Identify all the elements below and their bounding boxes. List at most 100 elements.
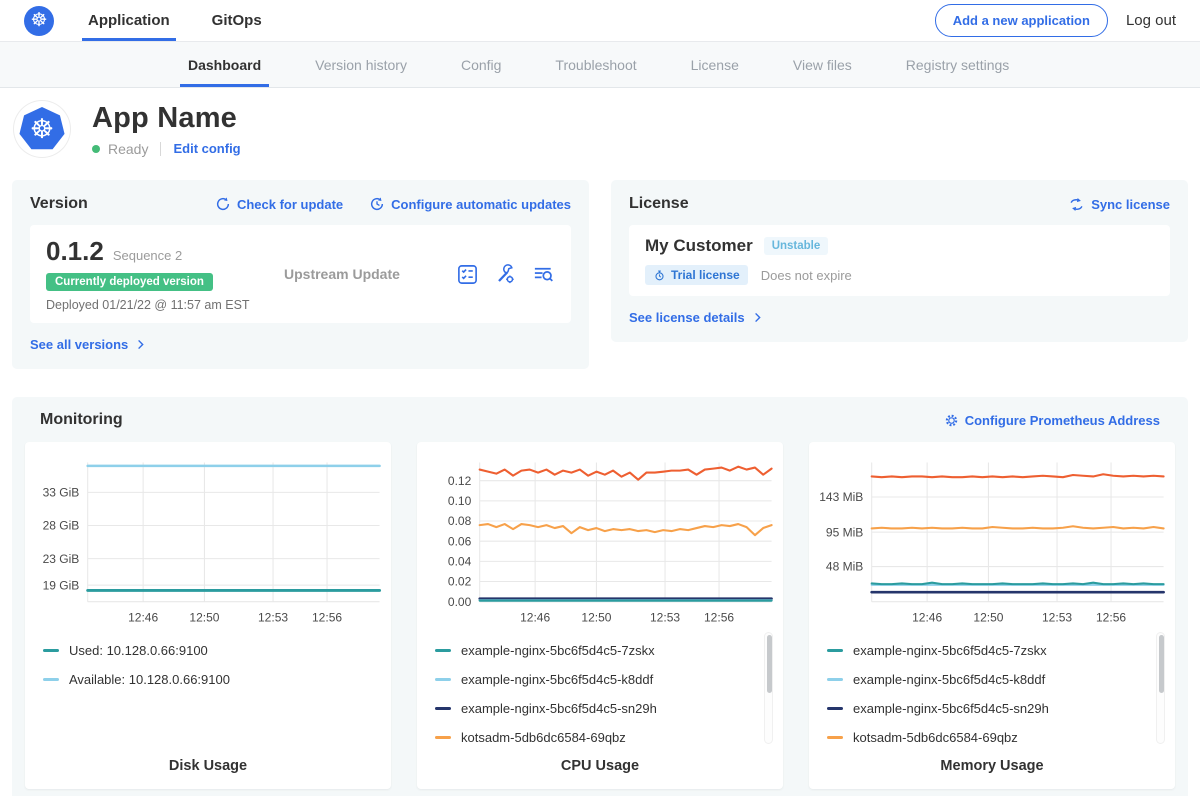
tab-application[interactable]: Application xyxy=(88,0,170,41)
legend-scrollbar[interactable] xyxy=(764,632,773,744)
page-title: App Name xyxy=(92,102,241,135)
auto-update-clock-icon xyxy=(369,196,385,212)
cpu-usage-plot: 12:4612:5012:5312:560.000.020.040.060.08… xyxy=(419,450,781,630)
license-card-title: License xyxy=(629,195,689,213)
legend-item: Used: 10.128.0.66:9100 xyxy=(43,636,371,665)
add-application-button[interactable]: Add a new application xyxy=(935,4,1108,37)
legend-label: example-nginx-5bc6f5d4c5-sn29h xyxy=(461,701,657,716)
see-all-versions-link[interactable]: See all versions xyxy=(30,337,147,352)
monitoring-title: Monitoring xyxy=(40,411,123,429)
version-number: 0.1.2 xyxy=(46,236,104,267)
legend-color-dash xyxy=(827,707,843,710)
legend-color-dash xyxy=(43,678,59,681)
legend-color-dash xyxy=(827,736,843,739)
memory-usage-legend: example-nginx-5bc6f5d4c5-7zskxexample-ng… xyxy=(811,630,1173,748)
legend-color-dash xyxy=(827,649,843,652)
tab-config[interactable]: Config xyxy=(461,42,501,87)
channel-badge: Unstable xyxy=(764,237,829,255)
disk-usage-plot: 12:4612:5012:5312:5619 GiB23 GiB28 GiB33… xyxy=(27,450,389,630)
svg-text:48 MiB: 48 MiB xyxy=(826,560,863,574)
legend-scrollbar[interactable] xyxy=(1156,632,1165,744)
cpu-usage-chart-card: 12:4612:5012:5312:560.000.020.040.060.08… xyxy=(417,442,783,789)
legend-label: example-nginx-5bc6f5d4c5-sn29h xyxy=(853,701,1049,716)
tab-license[interactable]: License xyxy=(691,42,739,87)
chevron-right-icon xyxy=(134,338,147,351)
disk-usage-legend: Used: 10.128.0.66:9100 Available: 10.128.… xyxy=(27,630,389,748)
config-icon-button[interactable] xyxy=(494,263,517,286)
tab-gitops[interactable]: GitOps xyxy=(212,0,262,41)
version-card: Version Check for update Configure autom… xyxy=(12,180,589,369)
check-for-update-link[interactable]: Check for update xyxy=(215,196,343,212)
svg-text:12:46: 12:46 xyxy=(912,611,942,625)
svg-text:19 GiB: 19 GiB xyxy=(43,578,80,592)
see-license-details-link[interactable]: See license details xyxy=(629,310,764,325)
chart-svg: 12:4612:5012:5312:560.000.020.040.060.08… xyxy=(419,450,781,630)
license-card: License Sync license My Customer Unstabl… xyxy=(611,180,1188,342)
configure-prometheus-link[interactable]: Configure Prometheus Address xyxy=(944,413,1160,428)
legend-label: example-nginx-5bc6f5d4c5-7zskx xyxy=(461,643,655,658)
status-text: Ready xyxy=(108,141,148,157)
tab-registry-settings[interactable]: Registry settings xyxy=(906,42,1009,87)
svg-text:0.06: 0.06 xyxy=(448,534,472,548)
legend-label: example-nginx-5bc6f5d4c5-k8ddf xyxy=(461,672,653,687)
svg-text:12:56: 12:56 xyxy=(1096,611,1126,625)
legend-scrollbar-thumb[interactable] xyxy=(1159,635,1164,693)
currently-deployed-badge: Currently deployed version xyxy=(46,273,213,291)
edit-config-link[interactable]: Edit config xyxy=(173,141,240,156)
current-version-row: 0.1.2 Sequence 2 Currently deployed vers… xyxy=(30,225,571,323)
logout-link[interactable]: Log out xyxy=(1126,12,1176,29)
checklist-icon xyxy=(456,263,479,286)
legend-color-dash xyxy=(435,707,451,710)
legend-item: Available: 10.128.0.66:9100 xyxy=(43,665,371,694)
configure-prometheus-label: Configure Prometheus Address xyxy=(965,413,1160,428)
chart-svg: 12:4612:5012:5312:5619 GiB23 GiB28 GiB33… xyxy=(27,450,389,630)
version-source-label: Upstream Update xyxy=(264,266,456,282)
svg-text:0.00: 0.00 xyxy=(448,595,472,609)
svg-text:95 MiB: 95 MiB xyxy=(826,525,863,539)
configure-automatic-updates-link[interactable]: Configure automatic updates xyxy=(369,196,571,212)
legend-item: example-nginx-5bc6f5d4c5-7zskx xyxy=(435,636,763,665)
legend-color-dash xyxy=(435,678,451,681)
legend-scrollbar-thumb[interactable] xyxy=(767,635,772,693)
svg-text:12:56: 12:56 xyxy=(704,611,734,625)
tab-version-history[interactable]: Version history xyxy=(315,42,407,87)
tab-view-files[interactable]: View files xyxy=(793,42,852,87)
chevron-right-icon xyxy=(751,311,764,324)
memory-usage-title: Memory Usage xyxy=(811,748,1173,789)
legend-color-dash xyxy=(435,649,451,652)
trial-license-label: Trial license xyxy=(671,268,740,282)
sync-license-link[interactable]: Sync license xyxy=(1068,196,1170,213)
version-sequence: Sequence 2 xyxy=(113,248,182,263)
deployed-timestamp: Deployed 01/21/22 @ 11:57 am EST xyxy=(46,298,264,312)
memory-usage-chart-card: 12:4612:5012:5312:5648 MiB95 MiB143 MiB … xyxy=(809,442,1175,789)
refresh-icon xyxy=(215,196,231,212)
svg-text:0.12: 0.12 xyxy=(448,474,472,488)
cpu-usage-legend: example-nginx-5bc6f5d4c5-7zskx example-ng… xyxy=(419,630,781,748)
svg-text:12:46: 12:46 xyxy=(128,611,158,625)
preflight-checks-icon-button[interactable] xyxy=(456,263,479,286)
monitoring-card: Monitoring Configure Prometheus Address … xyxy=(12,397,1188,796)
wrench-gear-icon xyxy=(494,263,517,286)
svg-text:0.10: 0.10 xyxy=(448,494,472,508)
legend-color-dash xyxy=(435,736,451,739)
top-nav-tabs: Application GitOps xyxy=(88,0,304,41)
legend-color-dash xyxy=(827,678,843,681)
legend-label: Available: 10.128.0.66:9100 xyxy=(69,672,230,687)
view-deploy-logs-icon-button[interactable] xyxy=(532,263,555,286)
svg-text:0.02: 0.02 xyxy=(448,575,472,589)
legend-label: Used: 10.128.0.66:9100 xyxy=(69,643,208,658)
tab-application-label: Application xyxy=(88,12,170,29)
app-header: ☸ App Name Ready Edit config xyxy=(0,88,1200,172)
kubernetes-logo-icon: ☸ xyxy=(24,6,54,36)
license-expiry: Does not expire xyxy=(761,268,852,283)
svg-text:143 MiB: 143 MiB xyxy=(819,490,863,504)
svg-text:28 GiB: 28 GiB xyxy=(43,519,80,533)
svg-text:0.04: 0.04 xyxy=(448,555,472,569)
logs-search-icon xyxy=(532,263,555,286)
tab-dashboard[interactable]: Dashboard xyxy=(188,42,261,87)
app-icon: ☸ xyxy=(14,101,70,157)
tab-troubleshoot[interactable]: Troubleshoot xyxy=(555,42,636,87)
disk-usage-title: Disk Usage xyxy=(27,748,389,789)
gear-icon xyxy=(944,413,959,428)
svg-text:12:53: 12:53 xyxy=(258,611,288,625)
